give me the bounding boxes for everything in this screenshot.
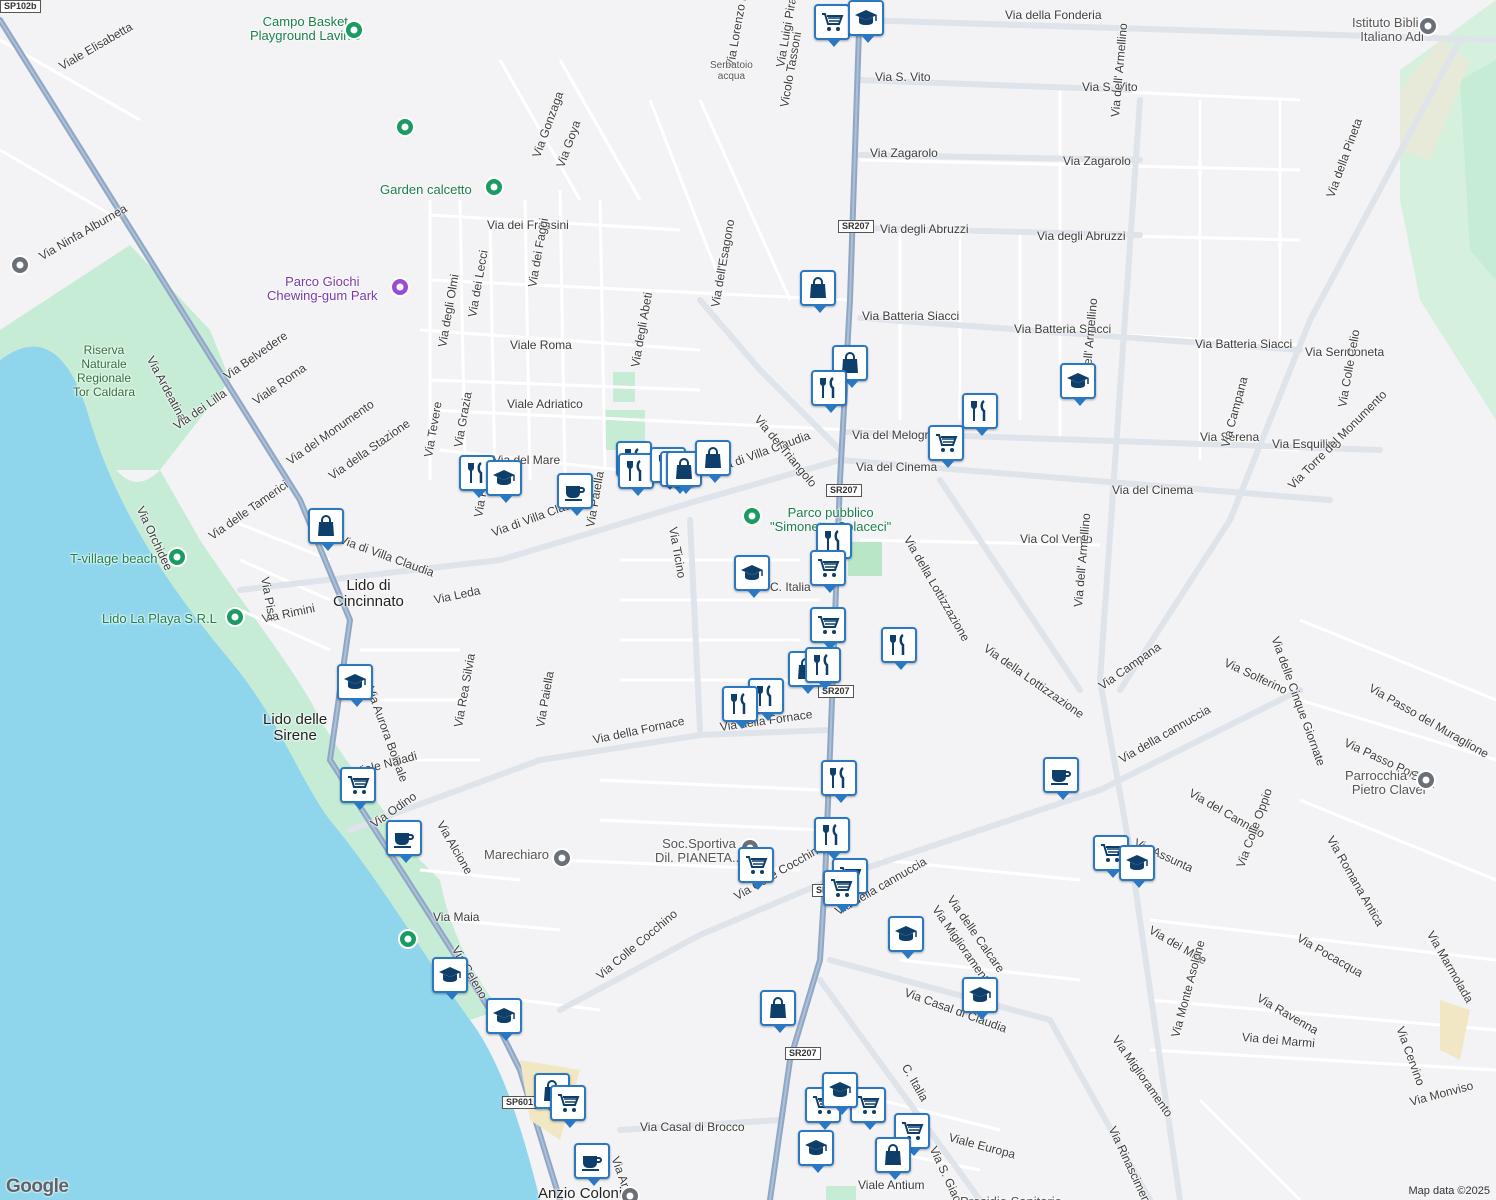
restaurant-marker-icon[interactable]: [722, 686, 758, 729]
poi-dot-icon[interactable]: [390, 277, 410, 297]
poi-label: Lido La Playa S.R.L: [102, 611, 217, 626]
poi-dot-icon[interactable]: [742, 506, 762, 526]
poi-label: T-village beach: [70, 551, 158, 566]
street-label: C. Italia: [770, 580, 811, 594]
poi-dot-icon[interactable]: [344, 20, 364, 40]
street-label: Viale Antium: [858, 1178, 925, 1192]
poi-dot-icon[interactable]: [484, 177, 504, 197]
poi-dot-icon[interactable]: [395, 117, 415, 137]
school-marker-icon[interactable]: [486, 998, 522, 1041]
street-label: Via del Cinema: [1112, 483, 1194, 497]
street-label: Via Maia: [433, 910, 480, 924]
route-shield: SP102b: [0, 0, 41, 13]
poi-label: Garden calcetto: [380, 182, 472, 197]
grocery-marker-icon[interactable]: [810, 607, 846, 650]
cafe-marker-icon[interactable]: [557, 473, 593, 516]
map-canvas[interactable]: Via della Fonderia Via S. Vito Via S. Vito…: [0, 0, 1496, 1200]
poi-dot-icon[interactable]: [225, 607, 245, 627]
restaurant-marker-icon[interactable]: [805, 647, 841, 690]
street-label: Via Zagarolo: [1063, 154, 1131, 168]
poi-label: Marechiaro: [484, 847, 550, 862]
grocery-marker-icon[interactable]: [810, 550, 846, 593]
poi-dot-icon[interactable]: [167, 547, 187, 567]
cafe-marker-icon[interactable]: [386, 820, 422, 863]
restaurant-marker-icon[interactable]: [814, 817, 850, 860]
restaurant-marker-icon[interactable]: [881, 627, 917, 670]
grocery-marker-icon[interactable]: [550, 1085, 586, 1128]
place-label: Lido di Cincinnato: [333, 577, 404, 610]
school-marker-icon[interactable]: [888, 916, 924, 959]
street-label: Via Zagarolo: [870, 146, 938, 160]
street-label: Via del Cinema: [856, 460, 938, 474]
restaurant-marker-icon[interactable]: [811, 370, 847, 413]
street-label: Via Casal di Brocco: [640, 1120, 745, 1134]
route-shield: SR207: [785, 1047, 821, 1060]
grocery-marker-icon[interactable]: [738, 847, 774, 890]
route-shield: SP601: [502, 1096, 538, 1109]
map-base-layer: [0, 0, 1496, 1200]
shopping-marker-icon[interactable]: [308, 508, 344, 551]
school-marker-icon[interactable]: [337, 664, 373, 707]
cafe-marker-icon[interactable]: [1043, 757, 1079, 800]
shopping-marker-icon[interactable]: [695, 440, 731, 483]
poi-dot-icon[interactable]: [398, 929, 418, 949]
restaurant-marker-icon[interactable]: [962, 393, 998, 436]
school-marker-icon[interactable]: [822, 1072, 858, 1115]
restaurant-marker-icon[interactable]: [821, 760, 857, 803]
school-marker-icon[interactable]: [432, 957, 468, 1000]
school-marker-icon[interactable]: [734, 555, 770, 598]
poi-label: Presidio Sanitario: [960, 1195, 1062, 1200]
poi-dot-icon[interactable]: [1416, 770, 1436, 790]
street-label: Via S. Vito: [875, 70, 931, 84]
poi-dot-icon[interactable]: [620, 1186, 640, 1200]
street-label: Via della Fonderia: [1005, 8, 1102, 22]
shopping-marker-icon[interactable]: [875, 1137, 911, 1180]
grocery-marker-icon[interactable]: [814, 4, 850, 47]
shopping-marker-icon[interactable]: [800, 270, 836, 313]
street-label: Viale Roma: [510, 338, 572, 352]
school-marker-icon[interactable]: [962, 977, 998, 1020]
place-label: Lido delle Sirene: [263, 711, 328, 744]
grocery-marker-icon[interactable]: [928, 425, 964, 468]
school-marker-icon[interactable]: [486, 460, 522, 503]
shopping-marker-icon[interactable]: [760, 990, 796, 1033]
poi-label: Serbatoio acqua: [710, 60, 753, 82]
poi-label: Riserva Naturale Regionale Tor Caldara: [73, 343, 136, 399]
poi-label: Parco Giochi Chewing-gum Park: [267, 274, 378, 303]
street-label: Via Batteria Siacci: [1195, 337, 1293, 351]
route-shield: SR207: [838, 220, 874, 233]
street-label: Via degli Abruzzi: [880, 222, 969, 236]
grocery-marker-icon[interactable]: [823, 870, 859, 913]
street-label: Viale Adriatico: [507, 397, 583, 411]
poi-label: Soc.Sportiva Dil. PIANETA...: [655, 836, 743, 865]
poi-dot-icon[interactable]: [552, 848, 572, 868]
google-logo: Google: [6, 1176, 69, 1197]
school-marker-icon[interactable]: [1119, 845, 1155, 888]
street-label: Via dei Frassini: [487, 218, 569, 232]
school-marker-icon[interactable]: [1060, 363, 1096, 406]
place-label: Anzio Colonia: [538, 1185, 631, 1200]
poi-dot-icon[interactable]: [1418, 16, 1438, 36]
route-shield: SR207: [826, 484, 862, 497]
school-marker-icon[interactable]: [848, 0, 884, 43]
school-marker-icon[interactable]: [798, 1130, 834, 1173]
street-label: Via degli Abruzzi: [1037, 229, 1126, 243]
grocery-marker-icon[interactable]: [340, 767, 376, 810]
street-label: Via Batteria Siacci: [862, 309, 960, 323]
map-attribution[interactable]: Map data ©2025: [1409, 1185, 1491, 1197]
cafe-marker-icon[interactable]: [574, 1143, 610, 1186]
restaurant-marker-icon[interactable]: [618, 453, 654, 496]
poi-dot-icon[interactable]: [10, 255, 30, 275]
